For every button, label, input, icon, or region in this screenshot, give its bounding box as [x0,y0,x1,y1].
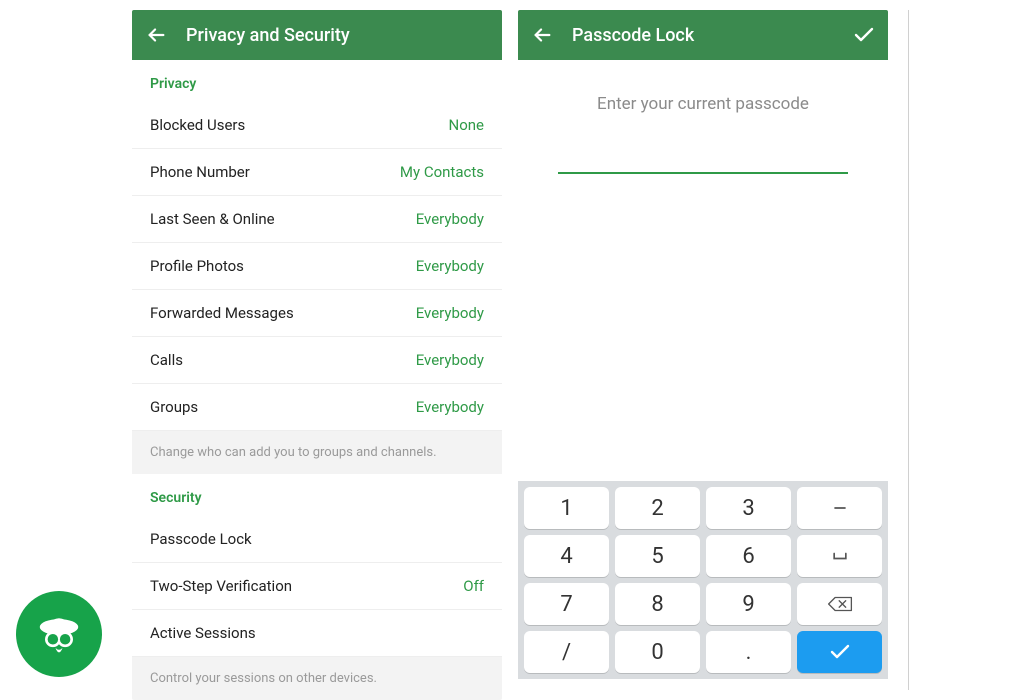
key-backspace[interactable] [797,583,882,625]
confirm-check-icon[interactable] [852,23,876,47]
back-arrow-icon[interactable] [144,23,168,47]
row-label: Profile Photos [150,257,244,275]
key-0[interactable]: 0 [615,631,700,673]
row-label: Phone Number [150,163,250,181]
row-active-sessions[interactable]: Active Sessions [132,610,502,657]
row-label: Blocked Users [150,116,245,134]
row-label: Last Seen & Online [150,210,275,228]
numeric-keypad: 1 2 3 4 5 6 7 8 9 [518,481,888,679]
row-value: Off [463,577,484,595]
key-space[interactable] [797,535,882,577]
row-forwarded-messages[interactable]: Forwarded Messages Everybody [132,290,502,337]
row-value: Everybody [416,210,484,228]
row-blocked-users[interactable]: Blocked Users None [132,102,502,149]
divider [908,10,909,690]
key-dot[interactable]: . [706,631,791,673]
key-9[interactable]: 9 [706,583,791,625]
key-7[interactable]: 7 [524,583,609,625]
hint-security: Control your sessions on other devices. [132,657,502,700]
row-label: Active Sessions [150,624,256,642]
privacy-settings-screen: Privacy and Security Privacy Blocked Use… [132,10,502,700]
row-groups[interactable]: Groups Everybody [132,384,502,431]
row-value: Everybody [416,257,484,275]
hint-privacy: Change who can add you to groups and cha… [132,431,502,474]
key-2[interactable]: 2 [615,487,700,529]
passcode-lock-screen: Passcode Lock Enter your current passcod… [518,10,888,689]
back-arrow-icon[interactable] [530,23,554,47]
row-value: Everybody [416,398,484,416]
row-value: Everybody [416,304,484,322]
row-label: Forwarded Messages [150,304,294,322]
row-profile-photos[interactable]: Profile Photos Everybody [132,243,502,290]
row-label: Passcode Lock [150,530,252,548]
key-1[interactable]: 1 [524,487,609,529]
row-value: None [449,116,485,134]
key-6[interactable]: 6 [706,535,791,577]
spy-logo-icon [16,591,102,677]
row-value: My Contacts [400,163,484,181]
row-two-step[interactable]: Two-Step Verification Off [132,563,502,610]
row-label: Calls [150,351,183,369]
appbar-passcode: Passcode Lock [518,10,888,60]
appbar-title: Passcode Lock [572,25,834,46]
section-header-security: Security [132,474,502,516]
row-calls[interactable]: Calls Everybody [132,337,502,384]
section-header-privacy: Privacy [132,60,502,102]
row-label: Two-Step Verification [150,577,292,595]
row-label: Groups [150,398,198,416]
key-5[interactable]: 5 [615,535,700,577]
passcode-prompt: Enter your current passcode [518,94,888,114]
row-value: Everybody [416,351,484,369]
row-passcode-lock[interactable]: Passcode Lock [132,516,502,563]
appbar-privacy: Privacy and Security [132,10,502,60]
key-dash[interactable] [797,487,882,529]
key-4[interactable]: 4 [524,535,609,577]
key-8[interactable]: 8 [615,583,700,625]
key-enter[interactable] [797,631,882,673]
appbar-title: Privacy and Security [186,25,490,46]
key-slash[interactable]: / [524,631,609,673]
row-phone-number[interactable]: Phone Number My Contacts [132,149,502,196]
row-last-seen[interactable]: Last Seen & Online Everybody [132,196,502,243]
passcode-input[interactable] [558,172,848,174]
key-3[interactable]: 3 [706,487,791,529]
